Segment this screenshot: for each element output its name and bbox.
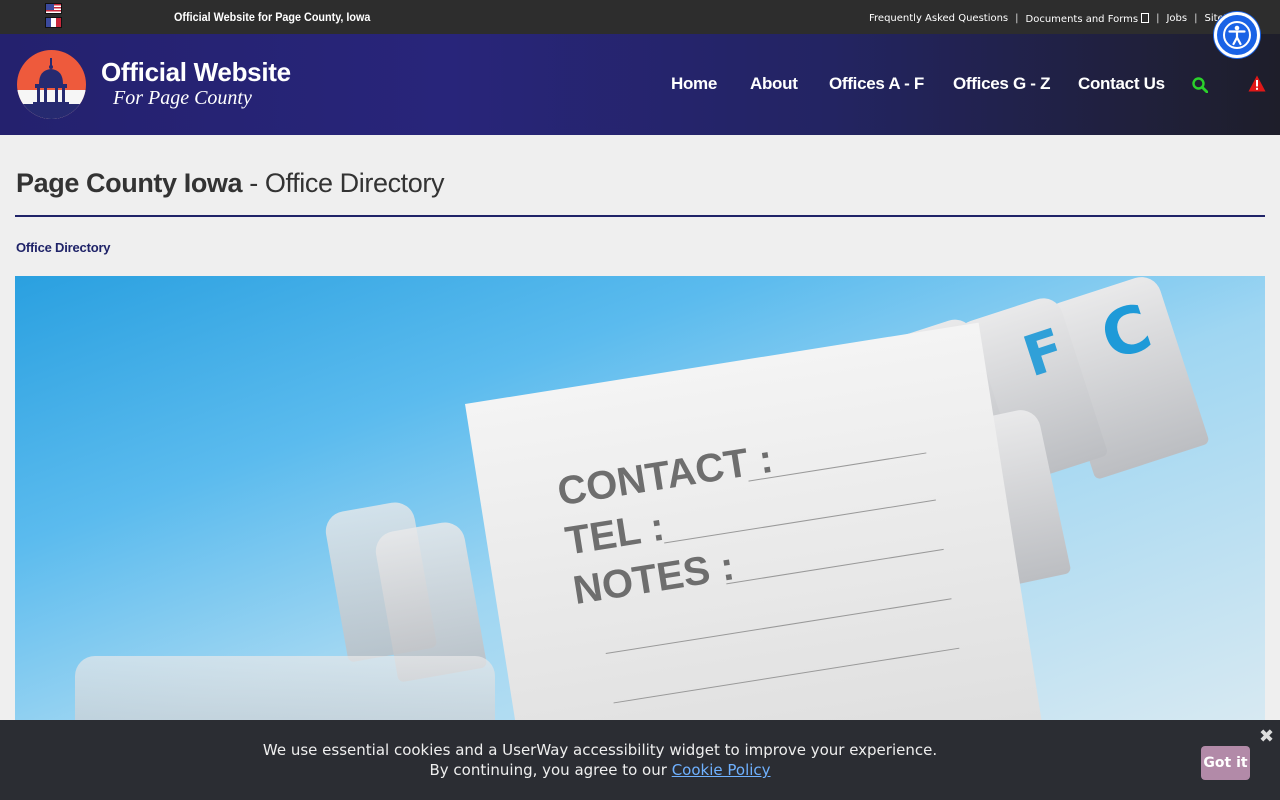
- top-bar-title: Official Website for Page County, Iowa: [174, 10, 371, 24]
- card-line: [613, 647, 960, 704]
- close-icon[interactable]: ✖: [1259, 726, 1274, 747]
- accessibility-icon: [1223, 21, 1251, 49]
- card-label-contact: CONTACT :: [554, 436, 776, 515]
- faq-link[interactable]: Frequently Asked Questions: [869, 13, 1008, 25]
- office-directory-hero-image: C F I B A CONTACT : TEL : NOTES :: [15, 276, 1265, 720]
- jobs-link[interactable]: Jobs: [1166, 13, 1187, 25]
- cookie-banner: We use essential cookies and a UserWay a…: [0, 720, 1280, 800]
- search-icon[interactable]: [1192, 77, 1208, 93]
- nav-home[interactable]: Home: [671, 74, 717, 94]
- page-title-bold: Page County Iowa: [16, 168, 243, 198]
- nav-offices-a-f[interactable]: Offices A - F: [829, 74, 924, 94]
- got-it-button[interactable]: Got it: [1201, 746, 1250, 780]
- county-logo[interactable]: [17, 50, 86, 119]
- language-flags: [45, 3, 63, 31]
- nav-contact-us[interactable]: Contact Us: [1078, 74, 1165, 94]
- site-header: Official Website For Page County Home Ab…: [0, 34, 1280, 135]
- nav-offices-g-z[interactable]: Offices G - Z: [953, 74, 1050, 94]
- documents-forms-link[interactable]: Documents and Forms: [1026, 13, 1150, 25]
- breadcrumb[interactable]: Office Directory: [16, 240, 111, 255]
- cookie-message: We use essential cookies and a UserWay a…: [0, 740, 1200, 780]
- document-icon: [1141, 13, 1150, 23]
- top-bar: Official Website for Page County, Iowa F…: [0, 0, 1280, 34]
- contact-card: CONTACT : TEL : NOTES :: [465, 322, 1045, 720]
- cookie-line-1: We use essential cookies and a UserWay a…: [262, 741, 938, 759]
- page-title-rest: - Office Directory: [242, 168, 445, 198]
- separator: |: [1194, 13, 1198, 24]
- nav-about[interactable]: About: [750, 74, 798, 94]
- cookie-line-2-text: By continuing, you agree to our: [429, 761, 667, 779]
- card-line: [664, 499, 936, 544]
- accessibility-button[interactable]: [1214, 12, 1260, 58]
- capitol-dome-icon: [33, 58, 69, 105]
- site-subtitle: For Page County: [113, 87, 252, 109]
- site-name[interactable]: Official Website: [101, 57, 291, 88]
- title-divider: [15, 215, 1265, 217]
- page-title: Page County Iowa - Office Directory: [16, 168, 444, 199]
- card-line: [605, 598, 952, 655]
- separator: |: [1156, 13, 1160, 24]
- us-flag-icon[interactable]: [45, 3, 62, 14]
- separator: |: [1015, 13, 1019, 24]
- folder-tab: [75, 656, 495, 720]
- card-line: [748, 452, 927, 482]
- card-line: [726, 548, 944, 585]
- cookie-line-2: By continuing, you agree to our Cookie P…: [0, 760, 1200, 780]
- alert-icon[interactable]: [1248, 75, 1266, 92]
- top-links: Frequently Asked Questions | Documents a…: [869, 13, 1232, 25]
- cookie-policy-link[interactable]: Cookie Policy: [672, 761, 771, 779]
- iowa-flag-icon[interactable]: [45, 17, 62, 28]
- documents-forms-label: Documents and Forms: [1025, 14, 1139, 25]
